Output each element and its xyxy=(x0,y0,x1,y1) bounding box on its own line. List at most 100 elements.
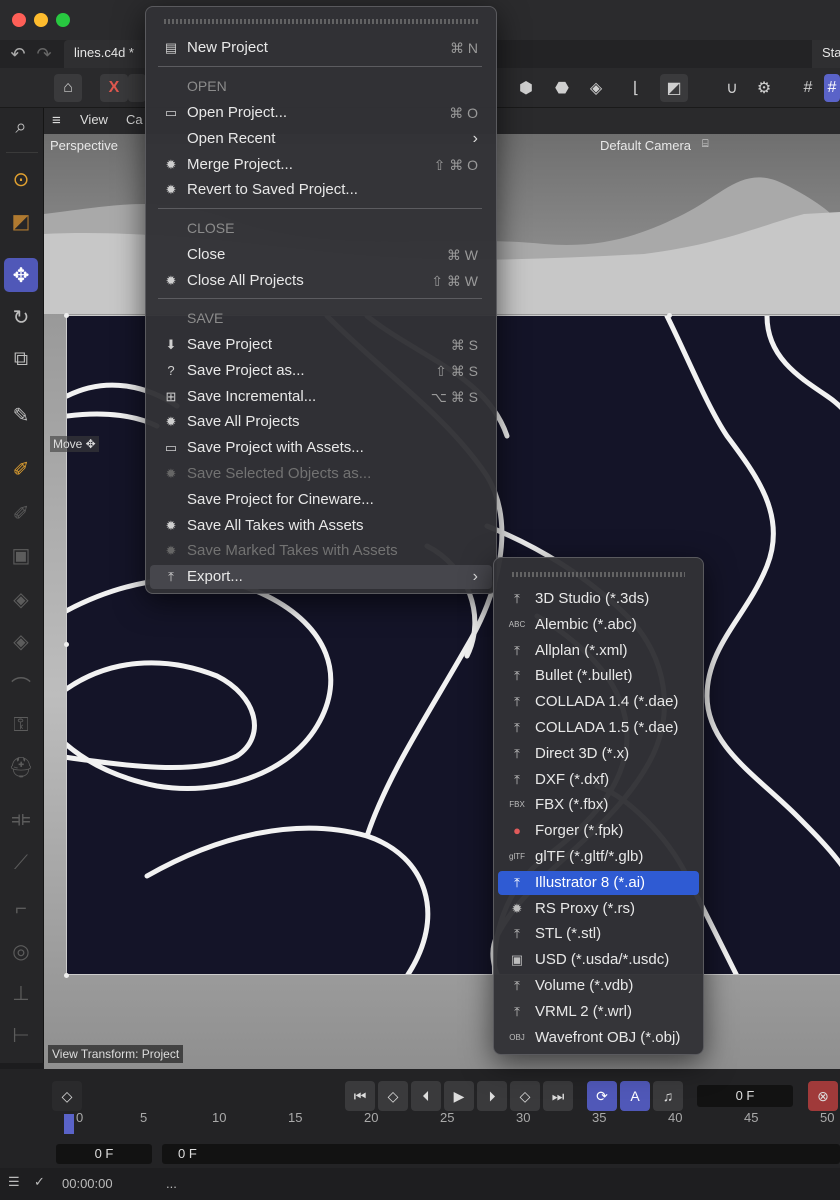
snap-icon[interactable]: ⊥ xyxy=(4,976,38,1010)
export-item[interactable]: glTF glTF (*.gltf/*.glb) xyxy=(498,845,699,869)
start-frame-field[interactable]: 0 F xyxy=(56,1144,152,1164)
frame-range-field[interactable]: 0 F xyxy=(162,1144,840,1164)
layout-tab[interactable]: Sta xyxy=(812,40,840,68)
close-window-button[interactable] xyxy=(12,13,26,27)
menu-item-save-takes[interactable]: ✹ Save All Takes with Assets xyxy=(150,514,492,538)
live-selection-icon[interactable]: ⊙ xyxy=(4,162,38,196)
export-item[interactable]: ABC Alembic (*.abc) xyxy=(498,613,699,637)
submenu-tearoff-grip[interactable] xyxy=(512,572,685,577)
cube-icon[interactable]: ⬢ xyxy=(512,74,540,102)
menu-item-export[interactable]: ⤒ Export... › xyxy=(150,565,492,589)
prev-key-icon[interactable]: ◇ xyxy=(378,1081,408,1111)
prev-frame-icon[interactable]: ⏴ xyxy=(411,1081,441,1111)
next-key-icon[interactable]: ◇ xyxy=(510,1081,540,1111)
check-icon[interactable]: ✓ xyxy=(34,1174,45,1190)
axis-x-toggle[interactable]: X xyxy=(100,74,128,102)
export-item[interactable]: ⤒ Volume (*.vdb) xyxy=(498,974,699,998)
menu-item-save-project-as[interactable]: ? Save Project as... ⇧ ⌘ S xyxy=(150,359,492,383)
sculpt-icon[interactable]: ◎ xyxy=(4,934,38,968)
viewport-menu-icon[interactable]: ≡ xyxy=(52,112,70,129)
next-frame-icon[interactable]: ⏵ xyxy=(477,1081,507,1111)
document-tab[interactable]: lines.c4d * xyxy=(64,40,154,68)
playhead[interactable] xyxy=(64,1114,74,1134)
menu-item-save-incremental[interactable]: ⊞ Save Incremental... ⌥ ⌘ S xyxy=(150,385,492,409)
axis-y-toggle[interactable] xyxy=(128,74,146,102)
export-item[interactable]: ⤒ 3D Studio (*.3ds) xyxy=(498,587,699,611)
menu-item-save-cineware[interactable]: Save Project for Cineware... xyxy=(150,488,492,512)
spline-pen-icon[interactable]: ⌊ xyxy=(622,74,650,102)
cloner-icon[interactable]: ◈ xyxy=(582,74,610,102)
viewport-cameras-menu[interactable]: Ca xyxy=(126,112,143,127)
search-icon[interactable]: ⌕ xyxy=(4,110,38,144)
zoom-window-button[interactable] xyxy=(56,13,70,27)
minimize-window-button[interactable] xyxy=(34,13,48,27)
export-item[interactable]: ⤒ Direct 3D (*.x) xyxy=(498,742,699,766)
workplane-icon[interactable]: # xyxy=(824,74,840,102)
grid-snap-icon[interactable]: # xyxy=(794,74,822,102)
rotate-tool-icon[interactable]: ↻ xyxy=(4,300,38,334)
export-item[interactable]: ▣ USD (*.usda/*.usdc) xyxy=(498,948,699,972)
menu-item-close[interactable]: Close ⌘ W xyxy=(150,243,492,267)
export-item[interactable]: ⤒ VRML 2 (*.wrl) xyxy=(498,1000,699,1024)
render-view-icon[interactable]: ⌂ xyxy=(54,74,82,102)
settings-gear-icon[interactable]: ⚙ xyxy=(750,74,778,102)
menu-tearoff-grip[interactable] xyxy=(164,19,478,24)
export-item[interactable]: ⤒ Illustrator 8 (*.ai) xyxy=(498,870,699,895)
redo-icon[interactable]: ↷ xyxy=(34,44,54,64)
workplane-tool-icon[interactable]: ⊢ xyxy=(4,1018,38,1052)
menu-item-open-project[interactable]: ▭ Open Project... ⌘ O xyxy=(150,101,492,125)
material-icon[interactable]: ◩ xyxy=(660,74,688,102)
goto-end-icon[interactable]: ⏭ xyxy=(543,1081,573,1111)
point-mode-icon[interactable]: ◈ xyxy=(4,582,38,616)
sound-icon[interactable]: ♫ xyxy=(653,1081,683,1111)
move-tool-icon[interactable]: ✥ xyxy=(4,258,38,292)
uv-mode-icon[interactable]: ⚿ xyxy=(4,708,38,742)
undo-icon[interactable]: ↶ xyxy=(8,44,28,64)
current-frame-field[interactable]: 0 F xyxy=(697,1085,793,1107)
object-mode-icon[interactable]: ▣ xyxy=(4,538,38,572)
edge-mode-icon[interactable]: ⌒ xyxy=(4,668,38,702)
menu-item-merge-project[interactable]: ✹ Merge Project... ⇧ ⌘ O xyxy=(150,153,492,177)
loop-icon[interactable]: ⟳ xyxy=(587,1081,617,1111)
export-item[interactable]: ● Forger (*.fpk) xyxy=(498,819,699,843)
export-item[interactable]: ⤒ DXF (*.dxf) xyxy=(498,768,699,792)
spline-pen-tool-icon[interactable]: ✎ xyxy=(4,398,38,432)
knife-icon[interactable]: ⟋ xyxy=(4,846,38,880)
spline-sketch-icon[interactable]: ✐ xyxy=(4,452,38,486)
export-item[interactable]: ⤒ COLLADA 1.5 (*.dae) xyxy=(498,716,699,740)
polygon-mode-icon[interactable]: ◈ xyxy=(4,624,38,658)
menu-item-save-project[interactable]: ⬇ Save Project ⌘ S xyxy=(150,333,492,357)
viewport-view-menu[interactable]: View xyxy=(80,112,108,127)
scale-tool-icon[interactable]: ⧉ xyxy=(4,342,38,376)
texture-mode-icon[interactable]: ⛑ xyxy=(4,750,38,784)
export-item[interactable]: ⤒ Allplan (*.xml) xyxy=(498,639,699,663)
magnet-icon[interactable]: ∪ xyxy=(718,74,746,102)
polygon-object-icon[interactable]: ⬣ xyxy=(548,74,576,102)
play-icon[interactable]: ▶ xyxy=(444,1081,474,1111)
menu-item-save-with-assets[interactable]: ▭ Save Project with Assets... xyxy=(150,436,492,460)
list-icon[interactable]: ☰ xyxy=(8,1174,20,1190)
symmetry-icon[interactable]: ⟚ xyxy=(4,802,38,836)
export-item[interactable]: ⤒ COLLADA 1.4 (*.dae) xyxy=(498,690,699,714)
status-more[interactable]: ... xyxy=(166,1176,177,1191)
spline-smooth-icon[interactable]: ✐ xyxy=(4,496,38,530)
menu-item-save-selected[interactable]: ✹ Save Selected Objects as... xyxy=(150,462,492,486)
timeline-ruler[interactable]: 0 5 10 15 20 25 30 35 40 45 50 xyxy=(56,1110,840,1140)
brush-icon[interactable]: ⌐ xyxy=(4,892,38,926)
menu-item-new-project[interactable]: ▤ New Project ⌘ N xyxy=(150,36,492,60)
export-item[interactable]: OBJ Wavefront OBJ (*.obj) xyxy=(498,1026,699,1050)
menu-item-close-all[interactable]: ✹ Close All Projects ⇧ ⌘ W xyxy=(150,269,492,293)
menu-item-save-marked-takes[interactable]: ✹ Save Marked Takes with Assets xyxy=(150,539,492,563)
goto-start-icon[interactable]: ⏮ xyxy=(345,1081,375,1111)
export-item[interactable]: ⤒ Bullet (*.bullet) xyxy=(498,664,699,688)
autokey-icon[interactable]: A xyxy=(620,1081,650,1111)
record-icon[interactable]: ⊗ xyxy=(808,1081,838,1111)
export-item[interactable]: FBX FBX (*.fbx) xyxy=(498,793,699,817)
menu-item-open-recent[interactable]: Open Recent › xyxy=(150,127,492,151)
menu-item-save-all[interactable]: ✹ Save All Projects xyxy=(150,410,492,434)
keyframe-icon[interactable]: ◇ xyxy=(52,1081,82,1111)
export-item[interactable]: ⤒ STL (*.stl) xyxy=(498,922,699,946)
export-item[interactable]: ✹ RS Proxy (*.rs) xyxy=(498,897,699,921)
menu-item-revert[interactable]: ✹ Revert to Saved Project... xyxy=(150,178,492,202)
box-selection-icon[interactable]: ◩ xyxy=(4,204,38,238)
